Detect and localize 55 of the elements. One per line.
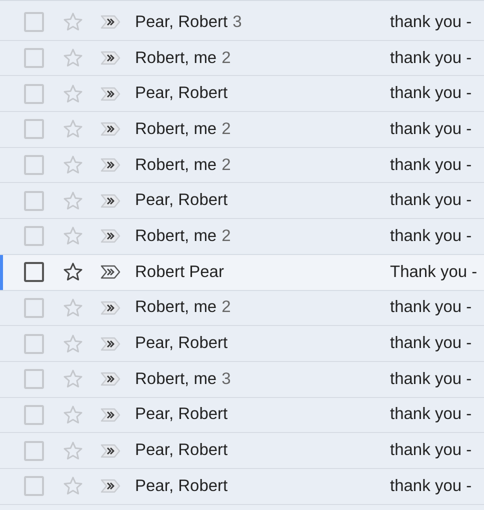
- email-snippet: thank you -: [390, 156, 472, 175]
- email-snippet: thank you -: [390, 370, 472, 389]
- message-count: 2: [222, 48, 231, 68]
- email-snippet: thank you -: [390, 191, 472, 210]
- star-icon[interactable]: [62, 82, 84, 105]
- sender-name: Pear, Robert: [135, 84, 228, 104]
- message-count: 3: [232, 12, 242, 32]
- email-row[interactable]: Robert Pear Thank you -: [0, 254, 484, 290]
- sender-name: Robert, me: [135, 48, 217, 68]
- star-icon[interactable]: [62, 296, 84, 319]
- sender-name: Robert, me: [135, 226, 217, 246]
- sender-name: Pear, Robert: [135, 441, 228, 460]
- star-icon[interactable]: [62, 118, 84, 140]
- star-icon[interactable]: [62, 154, 84, 176]
- email-row[interactable]: Robert, me 2 thank you -: [0, 40, 484, 76]
- email-snippet: thank you -: [390, 441, 472, 460]
- sender-name: Robert, me: [135, 370, 217, 389]
- star-icon[interactable]: [62, 368, 84, 390]
- email-snippet: Thank you -: [390, 262, 478, 282]
- message-count: 2: [222, 120, 231, 139]
- star-icon[interactable]: [62, 261, 84, 284]
- email-snippet: thank you -: [390, 226, 472, 246]
- email-snippet: thank you -: [390, 12, 472, 32]
- email-snippet: thank you -: [390, 405, 472, 424]
- email-row[interactable]: Pear, Robert thank you -: [0, 398, 484, 434]
- email-snippet: thank you -: [390, 84, 472, 104]
- star-icon[interactable]: [62, 47, 84, 70]
- sender-name: Pear, Robert: [135, 12, 228, 32]
- star-icon[interactable]: [62, 190, 84, 212]
- star-icon[interactable]: [62, 11, 84, 34]
- email-snippet: thank you -: [390, 334, 472, 354]
- importance-marker-icon[interactable]: [100, 264, 122, 280]
- sender-name: Pear, Robert: [135, 476, 228, 496]
- star-icon[interactable]: [62, 440, 84, 462]
- email-snippet: thank you -: [390, 120, 472, 139]
- sender-name: Robert, me: [135, 120, 217, 139]
- message-count: 3: [222, 370, 231, 389]
- star-icon[interactable]: [62, 404, 84, 426]
- message-count: 2: [222, 226, 231, 246]
- star-icon[interactable]: [62, 475, 84, 498]
- checkbox[interactable]: [24, 262, 44, 282]
- email-snippet: thank you -: [390, 298, 472, 318]
- email-snippet: thank you -: [390, 48, 472, 68]
- message-count: 2: [222, 156, 231, 175]
- sender-name: Pear, Robert: [135, 191, 228, 210]
- message-count: 2: [222, 298, 231, 318]
- star-icon[interactable]: [62, 332, 84, 355]
- email-row[interactable]: Robert, me 2 thank you -: [0, 290, 484, 326]
- sender-name: Robert, me: [135, 298, 217, 318]
- sender-name: Robert Pear: [135, 262, 224, 282]
- sender-name: Pear, Robert: [135, 405, 228, 424]
- email-snippet: thank you -: [390, 476, 472, 496]
- sender-name: Robert, me: [135, 156, 217, 175]
- star-icon[interactable]: [62, 225, 84, 248]
- sender-name: Pear, Robert: [135, 334, 228, 354]
